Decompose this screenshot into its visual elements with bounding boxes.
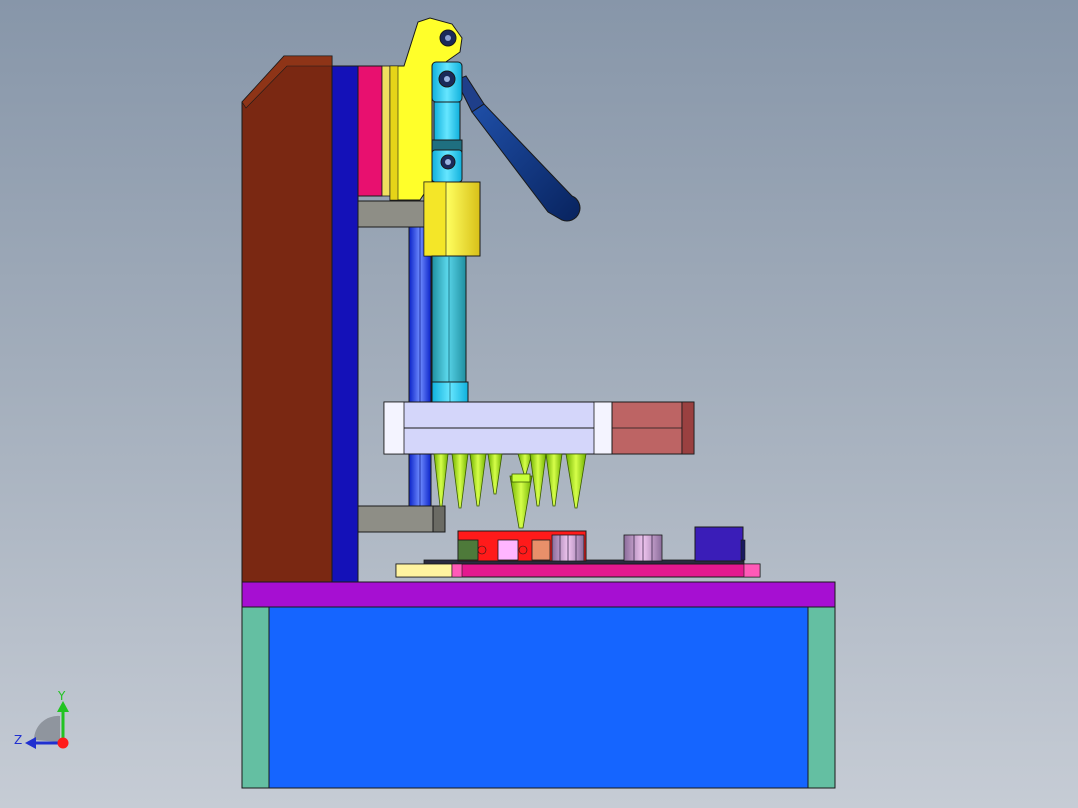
column-brown[interactable] — [241, 55, 333, 583]
probe-pin — [545, 453, 563, 507]
probe-pin — [509, 475, 533, 529]
y-axis-label: Y — [57, 689, 66, 703]
press-plate[interactable] — [383, 401, 695, 455]
yellow-guide-block[interactable] — [423, 181, 481, 257]
probe-pin — [469, 453, 487, 507]
base-cabinet[interactable] — [241, 605, 836, 789]
cad-viewport[interactable]: Y Z — [0, 0, 1078, 808]
z-axis-label: Z — [14, 733, 22, 747]
plunger-rod[interactable] — [431, 255, 469, 403]
cyan-linkage[interactable] — [431, 61, 463, 183]
triad-arc — [33, 715, 60, 742]
base-right-panel[interactable] — [807, 605, 836, 789]
fixture-purple-block[interactable] — [694, 526, 744, 562]
fixture-model[interactable]: Y Z — [0, 0, 1078, 808]
x-axis-dot — [57, 737, 69, 749]
probe-pin — [565, 453, 587, 509]
z-axis-arrow — [25, 737, 36, 749]
probe-pin — [433, 453, 449, 507]
probe-pins[interactable] — [433, 453, 587, 529]
column-blue[interactable] — [331, 65, 359, 583]
probe-pin — [487, 453, 503, 495]
probe-pin — [517, 453, 533, 475]
fixture-assembly[interactable] — [395, 526, 761, 578]
base-plate[interactable] — [241, 581, 836, 608]
probe-pin — [451, 453, 469, 509]
probe-pin — [529, 453, 547, 507]
view-triad: Y Z — [14, 689, 69, 749]
base-left-panel[interactable] — [241, 605, 270, 789]
magenta-plate[interactable] — [357, 65, 383, 197]
lower-bracket[interactable] — [357, 505, 446, 533]
magenta-plate-edge — [381, 65, 391, 197]
